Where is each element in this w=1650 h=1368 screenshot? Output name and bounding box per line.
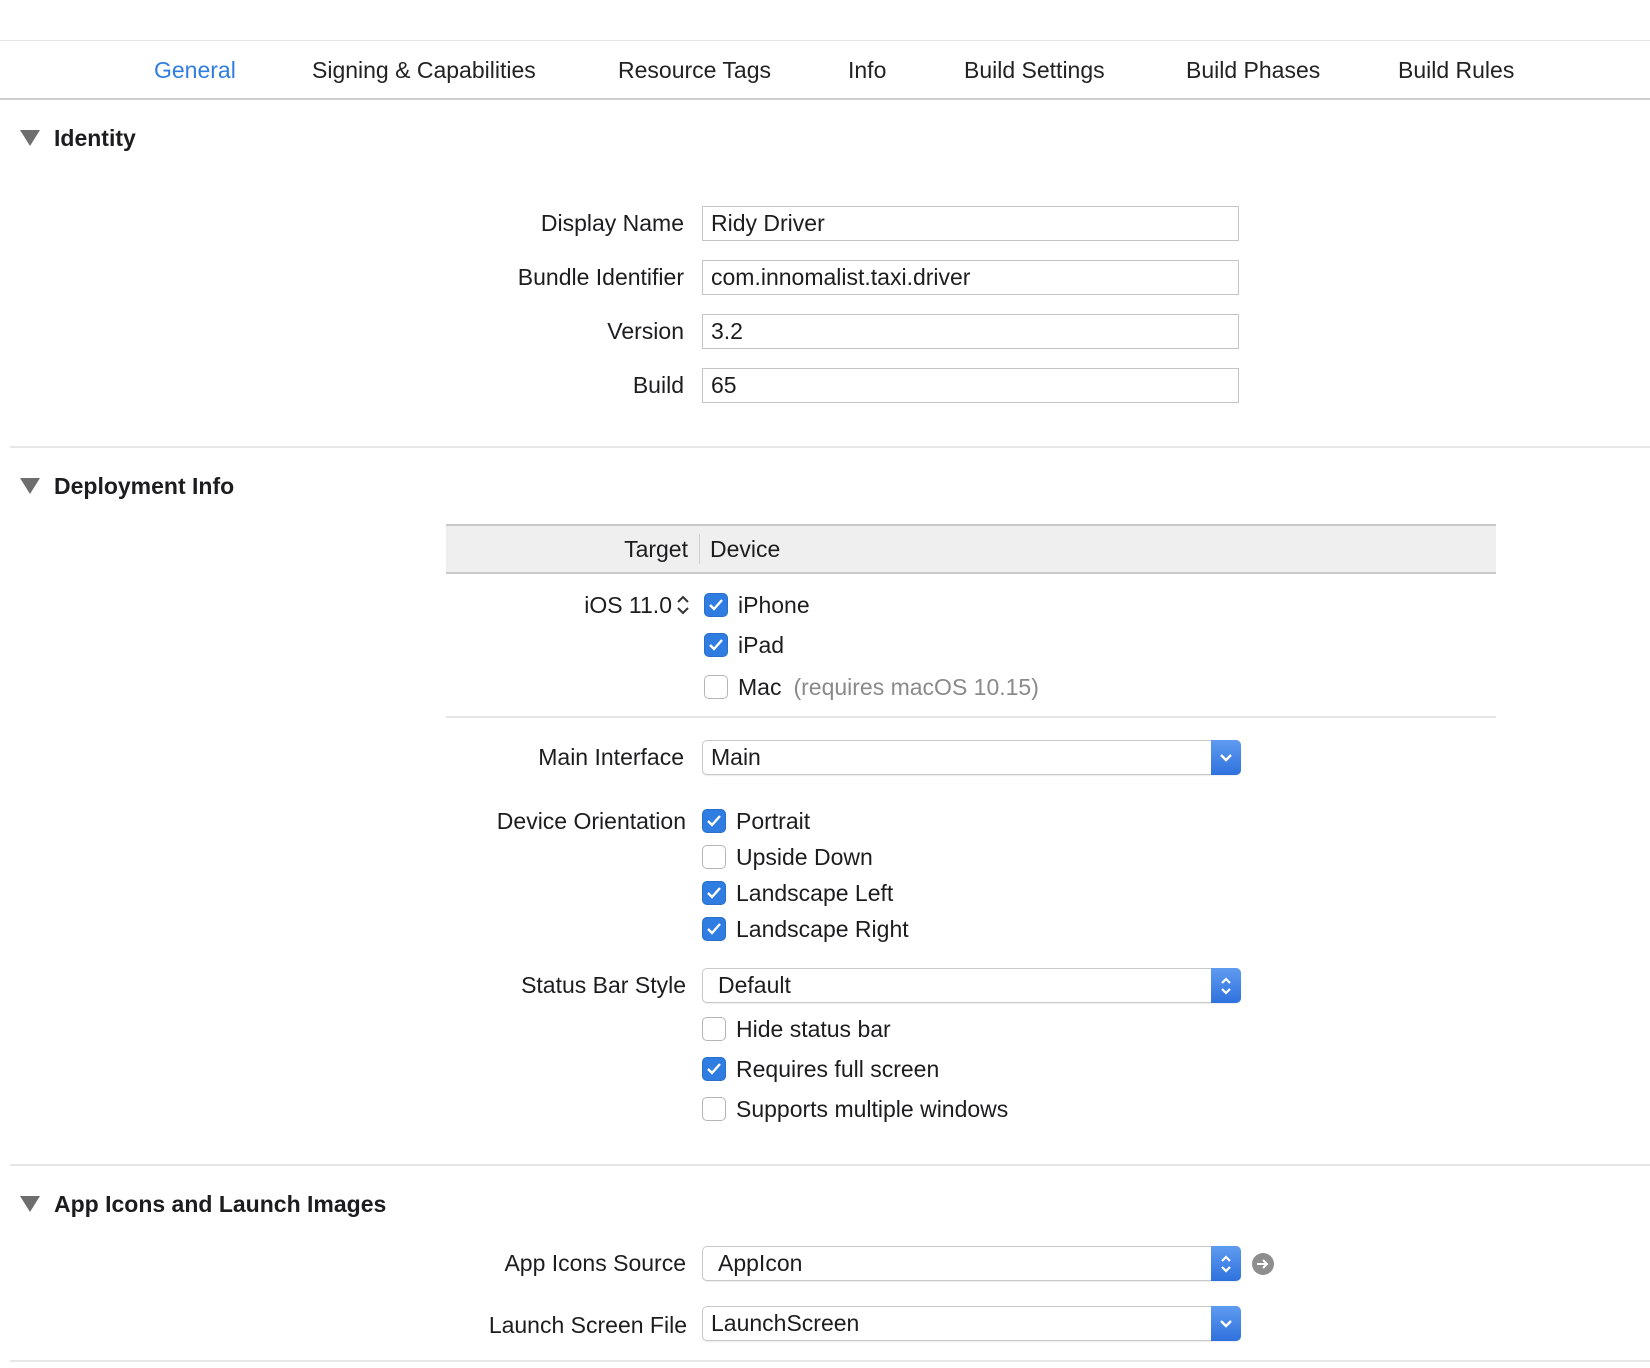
xcode-target-general-editor: General Signing & Capabilities Resource …: [0, 0, 1650, 1368]
deployment-target-stepper[interactable]: iOS 11.0: [560, 588, 690, 622]
bundle-identifier-field[interactable]: [702, 260, 1239, 295]
section-divider: [10, 446, 1650, 448]
device-ipad-checkbox[interactable]: iPad: [704, 628, 784, 662]
chevron-down-icon[interactable]: [1211, 740, 1241, 775]
app-icons-source-value: AppIcon: [718, 1250, 803, 1276]
editor-tab-bar: General Signing & Capabilities Resource …: [0, 40, 1650, 100]
checkmark-icon: [707, 887, 721, 899]
checkbox[interactable]: [702, 1097, 726, 1121]
target-column-header: Target: [624, 536, 688, 562]
tab-general[interactable]: General: [154, 41, 236, 99]
checkmark-icon: [707, 815, 721, 827]
app-icons-section-header[interactable]: App Icons and Launch Images: [20, 1186, 386, 1222]
up-down-arrows-icon[interactable]: [1211, 968, 1241, 1003]
orientation-upside-down-checkbox[interactable]: Upside Down: [702, 840, 873, 874]
app-icons-section-title: App Icons and Launch Images: [54, 1190, 387, 1217]
hide-status-bar-checkbox[interactable]: Hide status bar: [702, 1012, 891, 1046]
checkbox[interactable]: [702, 881, 726, 905]
version-label: Version: [607, 318, 684, 344]
orientation-landscape-left-label: Landscape Left: [736, 879, 894, 906]
launch-screen-file-value: LaunchScreen: [711, 1310, 860, 1336]
checkmark-icon: [707, 1063, 721, 1075]
requires-full-screen-label: Requires full screen: [736, 1055, 940, 1082]
checkmark-icon: [709, 599, 723, 611]
tab-build-rules[interactable]: Build Rules: [1398, 41, 1514, 99]
device-mac-label: Mac: [738, 673, 782, 700]
arrow-right-circle-icon[interactable]: [1252, 1253, 1274, 1275]
version-field[interactable]: [702, 314, 1239, 349]
checkbox[interactable]: [702, 1057, 726, 1081]
status-bar-style-label: Status Bar Style: [521, 972, 686, 998]
up-down-chevron-icon[interactable]: [676, 594, 690, 616]
orientation-portrait-label: Portrait: [736, 807, 811, 834]
disclosure-triangle-down-icon[interactable]: [20, 130, 40, 146]
deployment-table-divider: [446, 716, 1496, 718]
checkbox[interactable]: [704, 593, 728, 617]
checkbox[interactable]: [702, 1017, 726, 1041]
status-bar-style-value: Default: [718, 972, 791, 998]
launch-screen-file-combobox[interactable]: LaunchScreen: [702, 1306, 1241, 1341]
checkmark-icon: [707, 923, 721, 935]
column-divider: [699, 534, 700, 564]
disclosure-triangle-down-icon[interactable]: [20, 478, 40, 494]
deployment-info-section-title: Deployment Info: [54, 472, 235, 499]
mac-requirement-hint: (requires macOS 10.15): [793, 673, 1039, 700]
checkbox[interactable]: [704, 675, 728, 699]
checkbox[interactable]: [702, 917, 726, 941]
device-iphone-label: iPhone: [738, 591, 810, 618]
checkbox[interactable]: [702, 845, 726, 869]
build-field[interactable]: [702, 368, 1239, 403]
checkbox[interactable]: [704, 633, 728, 657]
display-name-field[interactable]: [702, 206, 1239, 241]
tab-build-settings[interactable]: Build Settings: [964, 41, 1105, 99]
deployment-target-value: iOS 11.0: [584, 591, 672, 618]
checkbox[interactable]: [702, 809, 726, 833]
status-bar-style-popup[interactable]: Default: [702, 968, 1241, 1003]
chevron-down-icon[interactable]: [1211, 1306, 1241, 1341]
tab-signing-capabilities[interactable]: Signing & Capabilities: [312, 41, 536, 99]
device-orientation-label: Device Orientation: [496, 808, 686, 834]
deployment-info-section-header[interactable]: Deployment Info: [20, 468, 234, 504]
tab-resource-tags[interactable]: Resource Tags: [618, 41, 771, 99]
launch-screen-file-label: Launch Screen File: [488, 1312, 687, 1338]
app-icons-source-label: App Icons Source: [504, 1250, 686, 1276]
tab-info[interactable]: Info: [848, 41, 886, 99]
hide-status-bar-label: Hide status bar: [736, 1015, 891, 1042]
main-interface-label: Main Interface: [538, 744, 684, 770]
main-interface-combobox[interactable]: Main: [702, 740, 1241, 775]
main-interface-value: Main: [711, 744, 761, 770]
build-label: Build: [632, 372, 684, 398]
device-ipad-label: iPad: [738, 631, 785, 658]
checkmark-icon: [709, 639, 723, 651]
display-name-label: Display Name: [540, 210, 684, 236]
orientation-upside-down-label: Upside Down: [736, 843, 873, 870]
app-icons-source-popup[interactable]: AppIcon: [702, 1246, 1241, 1281]
identity-section-title: Identity: [54, 124, 136, 151]
supports-multiple-windows-label: Supports multiple windows: [736, 1095, 1009, 1122]
bundle-identifier-label: Bundle Identifier: [517, 264, 684, 290]
requires-full-screen-checkbox[interactable]: Requires full screen: [702, 1052, 939, 1086]
supports-multiple-windows-checkbox[interactable]: Supports multiple windows: [702, 1092, 1008, 1126]
orientation-landscape-right-checkbox[interactable]: Landscape Right: [702, 912, 909, 946]
disclosure-triangle-down-icon[interactable]: [20, 1196, 40, 1212]
orientation-landscape-right-label: Landscape Right: [736, 915, 909, 942]
identity-section-header[interactable]: Identity: [20, 120, 136, 156]
section-divider: [10, 1360, 1650, 1362]
deployment-table-header: Target Device: [446, 524, 1496, 574]
up-down-arrows-icon[interactable]: [1211, 1246, 1241, 1281]
device-column-header: Device: [710, 536, 781, 562]
tab-build-phases[interactable]: Build Phases: [1186, 41, 1320, 99]
orientation-landscape-left-checkbox[interactable]: Landscape Left: [702, 876, 893, 910]
device-iphone-checkbox[interactable]: iPhone: [704, 588, 810, 622]
orientation-portrait-checkbox[interactable]: Portrait: [702, 804, 810, 838]
device-mac-checkbox[interactable]: Mac (requires macOS 10.15): [704, 670, 1039, 704]
section-divider: [10, 1164, 1650, 1166]
